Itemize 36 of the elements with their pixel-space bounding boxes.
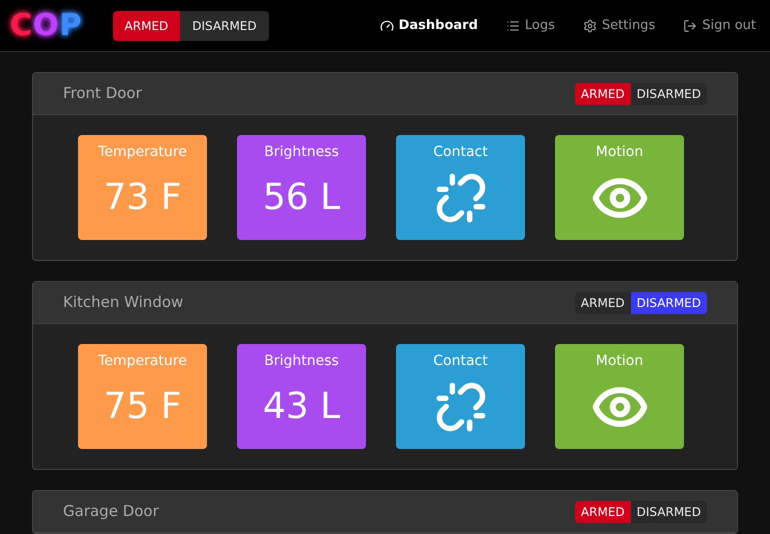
logo-letter: P — [60, 10, 83, 40]
logo-letter: C — [10, 10, 34, 40]
sign-out-icon — [683, 18, 698, 32]
broken-link-icon — [434, 172, 486, 224]
sensor-label: Contact — [433, 354, 488, 368]
gauge-icon — [380, 18, 394, 32]
sensor-value: 56 L — [262, 180, 340, 216]
sensor-label: Brightness — [264, 145, 339, 159]
zone-title: Front Door — [63, 83, 142, 104]
arm-toggle-button[interactable]: DISARMED — [630, 292, 707, 314]
list-icon — [506, 18, 520, 32]
sensor-label: Temperature — [98, 145, 187, 159]
arm-toggle-button[interactable]: DISARMED — [630, 82, 707, 104]
sensor-value: 73 F — [104, 180, 182, 216]
arm-toggle-button[interactable]: ARMED — [574, 292, 631, 314]
broken-link-icon — [434, 380, 486, 432]
settings-icon — [582, 18, 597, 32]
nav-link[interactable]: Dashboard — [380, 16, 478, 36]
arm-toggle-button[interactable]: DISARMED — [180, 10, 269, 40]
sensor-label: Motion — [596, 145, 644, 159]
nav-link[interactable]: Sign out — [683, 16, 756, 36]
nav-link[interactable]: Settings — [582, 16, 656, 36]
sensor-label: Motion — [596, 354, 644, 368]
arm-toggle-button[interactable]: ARMED — [574, 82, 631, 104]
sensor-value: 75 F — [104, 388, 182, 424]
sensor-label: Brightness — [264, 354, 339, 368]
nav-link[interactable]: Logs — [506, 16, 555, 36]
zone-title: Kitchen Window — [63, 292, 184, 314]
arm-toggle-button[interactable]: ARMED — [574, 500, 631, 522]
logo-letter: O — [33, 10, 60, 40]
zone-title: Garage Door — [63, 501, 159, 522]
sensor-label: Contact — [433, 145, 488, 159]
sensor-value: 43 L — [262, 388, 340, 424]
arm-toggle-button[interactable]: ARMED — [112, 10, 180, 40]
sensor-label: Temperature — [98, 354, 187, 368]
arm-toggle-button[interactable]: DISARMED — [630, 500, 707, 522]
